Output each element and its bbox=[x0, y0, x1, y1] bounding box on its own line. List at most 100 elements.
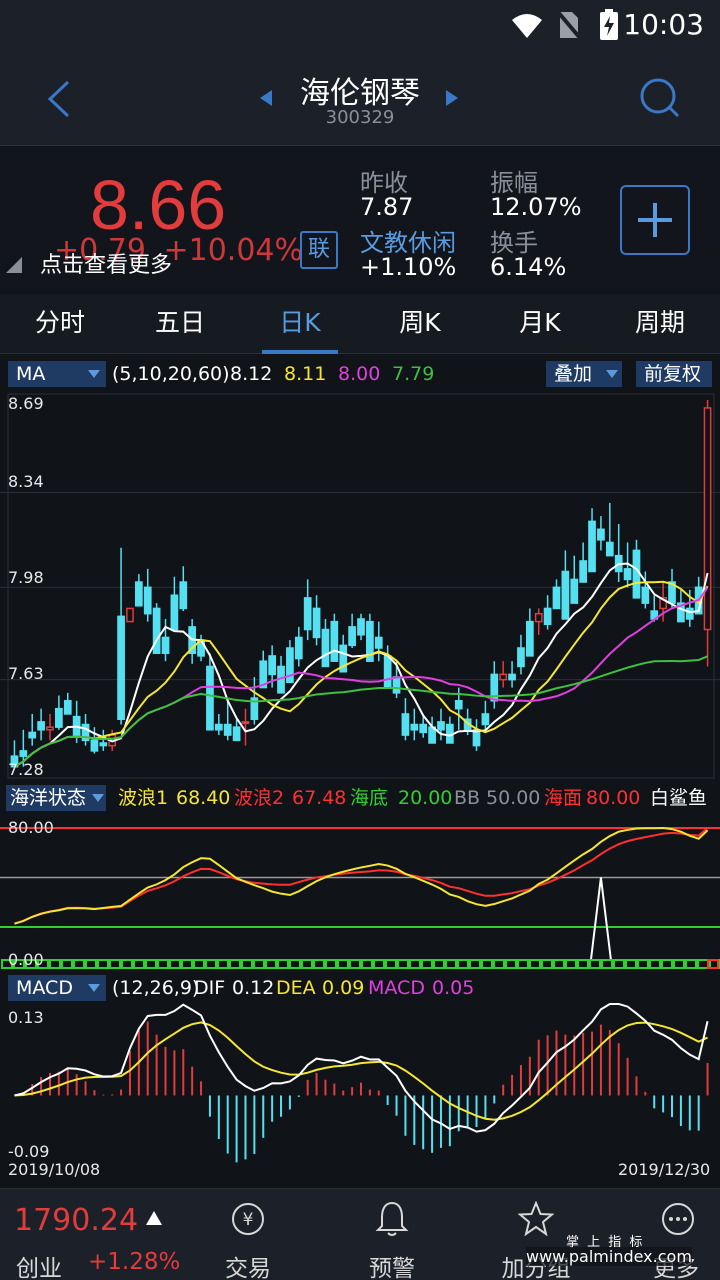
seabed-marker bbox=[325, 959, 337, 969]
seabed-marker bbox=[289, 959, 301, 969]
ma-selector[interactable]: MA bbox=[8, 361, 106, 387]
candle-body bbox=[99, 742, 108, 747]
price-change-pct: +10.04% bbox=[163, 233, 304, 268]
index-name: 创业 bbox=[16, 1256, 62, 1280]
candle-body bbox=[241, 721, 250, 725]
seabed-marker bbox=[493, 959, 505, 969]
wave2-label: 波浪2 bbox=[234, 787, 285, 809]
search-icon[interactable] bbox=[638, 76, 682, 120]
dropdown-icon bbox=[606, 370, 618, 378]
amplitude-value: 12.07% bbox=[490, 193, 582, 221]
up-triangle-icon bbox=[146, 1211, 162, 1225]
adjust-button[interactable]: 前复权 bbox=[636, 361, 712, 387]
candle-body bbox=[321, 628, 330, 668]
candle-body bbox=[579, 560, 588, 583]
candle-body bbox=[357, 618, 365, 636]
status-time: 10:03 bbox=[623, 8, 704, 41]
dea-line bbox=[14, 1021, 708, 1121]
candle-body bbox=[152, 607, 161, 655]
stock-code: 300329 bbox=[325, 107, 395, 128]
ocean-legend-bar: 海洋状态 波浪1 68.40 波浪2 67.48 海底 20.00 BB 50.… bbox=[0, 784, 720, 812]
star-icon bbox=[518, 1201, 554, 1237]
candle-body bbox=[517, 647, 525, 668]
tab-weekly-k[interactable]: 周K bbox=[360, 294, 480, 354]
macd-tick-bottom: -0.09 bbox=[8, 1142, 50, 1161]
seabed-marker bbox=[517, 959, 529, 969]
bottom-nav: 1790.24 创业 +1.28% ¥ 交易 预警 加分组 更多 掌 上 指 标… bbox=[0, 1188, 720, 1280]
candle-body bbox=[454, 700, 463, 710]
candle-body bbox=[206, 665, 214, 731]
index-value[interactable]: 1790.24 bbox=[14, 1203, 138, 1238]
seabed-marker bbox=[277, 959, 289, 969]
bb-value: 50.00 bbox=[486, 787, 541, 809]
candle-body bbox=[223, 723, 232, 736]
tab-intraday[interactable]: 分时 bbox=[0, 294, 120, 354]
add-watchlist-button[interactable] bbox=[620, 185, 690, 255]
index-change: +1.28% bbox=[88, 1249, 181, 1275]
overlay-label: 叠加 bbox=[554, 363, 593, 385]
seabed-marker bbox=[193, 959, 205, 969]
candle-body bbox=[143, 586, 152, 615]
candle-body bbox=[90, 739, 99, 752]
battery-charging-icon bbox=[600, 9, 618, 40]
more-dots-icon bbox=[662, 1203, 694, 1235]
dif-value: 0.12 bbox=[232, 977, 275, 999]
dea-value: 0.09 bbox=[322, 977, 365, 999]
candle-body bbox=[126, 607, 134, 623]
tab-monthly-k[interactable]: 月K bbox=[480, 294, 600, 354]
seabed-value: 20.00 bbox=[398, 787, 453, 809]
candle-body bbox=[37, 721, 45, 731]
quote-panel: 8.66 +0.79 +10.04% 点击查看更多 联 昨收 7.87 文教休闲… bbox=[0, 147, 720, 293]
seabed-marker bbox=[229, 959, 241, 969]
seabed-marker bbox=[625, 959, 637, 969]
more-button[interactable]: 更多 bbox=[632, 1189, 720, 1280]
chart-area: 8.69 8.34 7.98 7.63 7.28 海洋状态 波浪1 68.40 … bbox=[0, 388, 720, 1188]
candle-body bbox=[161, 636, 170, 655]
seabed-marker bbox=[565, 959, 577, 969]
trade-icon: ¥ bbox=[232, 1203, 264, 1235]
ocean-selector-label: 海洋状态 bbox=[10, 787, 87, 809]
seabed-marker bbox=[481, 959, 493, 969]
candle-body bbox=[623, 568, 632, 581]
seabed-marker bbox=[601, 959, 613, 969]
date-end: 2019/12/30 bbox=[618, 1160, 711, 1179]
related-button[interactable]: 联 bbox=[300, 231, 338, 269]
dropdown-icon bbox=[92, 794, 104, 802]
candle-body bbox=[179, 581, 188, 610]
price-tick-3: 7.98 bbox=[8, 568, 44, 587]
tab-daily-k[interactable]: 日K bbox=[240, 294, 360, 354]
seabed-marker bbox=[385, 959, 397, 969]
trade-button[interactable]: ¥ 交易 bbox=[200, 1189, 296, 1280]
no-sim-icon bbox=[556, 10, 582, 40]
watermark-url: www.palmindex.com bbox=[526, 1247, 692, 1266]
seabed-marker bbox=[85, 959, 97, 969]
candle-body bbox=[552, 586, 561, 610]
next-stock-icon[interactable] bbox=[444, 88, 460, 108]
view-more-link[interactable]: 点击查看更多 bbox=[40, 247, 172, 279]
ma5-value: 8.12 bbox=[230, 363, 273, 385]
seabed-marker bbox=[577, 959, 589, 969]
macd-selector-label: MACD bbox=[16, 977, 73, 999]
wifi-icon bbox=[512, 14, 542, 38]
prev-close-value: 7.87 bbox=[360, 193, 414, 221]
seabed-marker bbox=[265, 959, 277, 969]
tab-period[interactable]: 周期 bbox=[600, 294, 720, 354]
corner-triangle-icon bbox=[6, 257, 22, 273]
ocean-selector[interactable]: 海洋状态 bbox=[6, 785, 106, 811]
period-tabs: 分时 五日 日K 周K 月K 周期 bbox=[0, 294, 720, 354]
trade-label: 交易 bbox=[225, 1256, 271, 1280]
candle-body bbox=[632, 549, 641, 599]
candle-body bbox=[28, 731, 37, 739]
macd-selector[interactable]: MACD bbox=[8, 975, 106, 1001]
ocean-tick-bottom: 0.00 bbox=[8, 950, 44, 969]
seabed-marker bbox=[409, 959, 421, 969]
seabed-marker bbox=[205, 959, 217, 969]
plus-icon bbox=[638, 203, 672, 237]
seabed-marker bbox=[133, 959, 145, 969]
alert-button[interactable]: 预警 bbox=[344, 1189, 440, 1280]
ocean-tick-top: 80.00 bbox=[8, 818, 54, 837]
seabed-marker bbox=[421, 959, 433, 969]
tab-five-day[interactable]: 五日 bbox=[120, 294, 240, 354]
seabed-marker bbox=[541, 959, 553, 969]
overlay-selector[interactable]: 叠加 bbox=[546, 361, 622, 387]
